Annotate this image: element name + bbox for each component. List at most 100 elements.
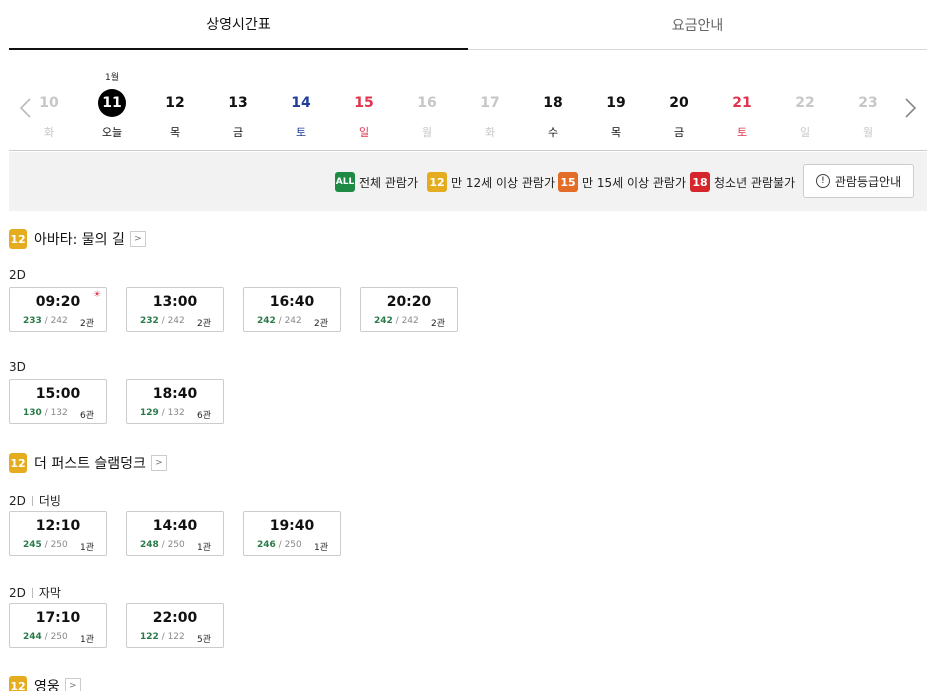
tab-showtimes[interactable]: 상영시간표 [9, 0, 468, 50]
date-list: 10 화 1월 11 오늘 12 목 13 금 14 토 15 일 16 월 17 화 18 수 19 목 20 금 21 토 2… [27, 50, 909, 151]
rating-guide-label: 관람등급안내 [834, 174, 902, 189]
date-item: 22 일 [783, 50, 827, 150]
date-item: 17 화 [468, 50, 512, 150]
rating-all-icon: ALL [335, 172, 355, 192]
showtime-slot[interactable]: 13:00 232 / 242 2관 [126, 287, 224, 332]
format-label: 2D 자막 [9, 585, 61, 601]
showtime-slot[interactable]: 17:10 244 / 250 1관 [9, 603, 107, 648]
hall-label: 1관 [79, 543, 94, 553]
seats-available: 244 [23, 632, 42, 642]
seats-total: 122 [167, 632, 185, 642]
seat-count: 122 / 122 [140, 632, 185, 642]
date-item[interactable]: 21 토 [720, 50, 764, 150]
showtime-slot[interactable]: 14:40 248 / 250 1관 [126, 511, 224, 556]
seats-total: 250 [284, 540, 302, 550]
day-of-week: 일 [358, 126, 370, 139]
showtime-slot[interactable]: 22:00 122 / 122 5관 [126, 603, 224, 648]
rating-12-icon: 12 [9, 229, 27, 249]
chevron-right-icon[interactable]: > [129, 231, 146, 247]
day-of-week: 목 [610, 126, 622, 139]
hall-label: 2관 [430, 319, 445, 329]
seats-available: 242 [257, 316, 276, 326]
date-number: 23 [858, 95, 878, 111]
showtime-slot[interactable]: 18:40 129 / 132 6관 [126, 379, 224, 424]
date-number: 17 [480, 95, 500, 111]
seats-available: 129 [140, 408, 159, 418]
rating-12-icon: 12 [9, 453, 27, 473]
showtime-slot[interactable]: 16:40 242 / 242 2관 [243, 287, 341, 332]
date-item[interactable]: 12 목 [153, 50, 197, 150]
seats-total: 132 [167, 408, 185, 418]
date-number: 21 [732, 95, 752, 111]
tab-bar: 상영시간표 요금안내 [9, 0, 927, 50]
date-item[interactable]: 18 수 [531, 50, 575, 150]
hall-label: 6관 [196, 411, 211, 421]
rating-15-icon: 15 [558, 172, 578, 192]
date-number: 10 [39, 95, 59, 111]
morning-show-icon: ☀ [92, 290, 101, 300]
date-item[interactable]: 1월 11 오늘 [90, 50, 134, 150]
seat-count: 242 / 242 [257, 316, 302, 326]
tab-pricing[interactable]: 요금안내 [468, 0, 927, 50]
rating-15-legend: 15 만 15세 이상 관람가 [558, 172, 686, 192]
seats-total: 132 [50, 408, 68, 418]
chevron-right-icon[interactable]: > [64, 678, 81, 691]
seat-count: 130 / 132 [23, 408, 68, 418]
seats-available: 130 [23, 408, 42, 418]
seat-count: 233 / 242 [23, 316, 68, 326]
date-number: 16 [417, 95, 437, 111]
hall-label: 2관 [79, 319, 94, 329]
seats-total: 250 [167, 540, 185, 550]
date-number: 19 [606, 95, 626, 111]
chevron-right-icon[interactable]: > [150, 455, 167, 471]
rating-18-legend: 18 청소년 관람불가 [690, 172, 795, 192]
seats-available: 232 [140, 316, 159, 326]
seats-total: 250 [50, 540, 68, 550]
rating-18-icon: 18 [690, 172, 710, 192]
day-of-week: 오늘 [101, 126, 123, 139]
month-label: 1월 [104, 73, 119, 83]
movie-title-hero[interactable]: 12 영웅 > [9, 676, 81, 691]
seat-count: 242 / 242 [374, 316, 419, 326]
date-number: 20 [669, 95, 689, 111]
showtime-slot[interactable]: 20:20 242 / 242 2관 [360, 287, 458, 332]
date-item[interactable]: 19 목 [594, 50, 638, 150]
format-label: 3D [9, 360, 26, 374]
showtime-slot[interactable]: 15:00 130 / 132 6관 [9, 379, 107, 424]
showtime-slot[interactable]: 12:10 245 / 250 1관 [9, 511, 107, 556]
day-of-week: 토 [295, 126, 307, 139]
day-of-week: 월 [862, 126, 874, 139]
date-item[interactable]: 13 금 [216, 50, 260, 150]
seats-total: 242 [401, 316, 419, 326]
chevron-right-icon[interactable] [901, 96, 919, 120]
showtime-slot[interactable]: 19:40 246 / 250 1관 [243, 511, 341, 556]
day-of-week: 금 [232, 126, 244, 139]
rating-guide-button[interactable]: ! 관람등급안내 [803, 164, 914, 198]
hall-label: 1관 [79, 635, 94, 645]
movie-title-text: 아바타: 물의 길 [34, 232, 125, 248]
date-item: 16 월 [405, 50, 449, 150]
day-of-week: 수 [547, 126, 559, 139]
date-item[interactable]: 15 일 [342, 50, 386, 150]
seats-total: 250 [50, 632, 68, 642]
showtime-time: 22:00 [152, 610, 198, 626]
showtime-time: 14:40 [152, 518, 198, 534]
movie-title-avatar[interactable]: 12 아바타: 물의 길 > [9, 229, 146, 249]
hall-label: 5관 [196, 635, 211, 645]
date-number: 14 [291, 95, 311, 111]
showtime-time: 20:20 [386, 294, 432, 310]
date-item[interactable]: 14 토 [279, 50, 323, 150]
movie-title-slamdunk[interactable]: 12 더 퍼스트 슬램덩크 > [9, 453, 167, 473]
hall-label: 6관 [79, 411, 94, 421]
rating-legend-bar: ALL 전체 관람가 12 만 12세 이상 관람가 15 만 15세 이상 관… [9, 152, 927, 211]
date-item[interactable]: 20 금 [657, 50, 701, 150]
date-number: 22 [795, 95, 815, 111]
seats-available: 246 [257, 540, 276, 550]
seats-available: 248 [140, 540, 159, 550]
seats-available: 242 [374, 316, 393, 326]
showtime-slot[interactable]: 09:20 233 / 242 2관 ☀ [9, 287, 107, 332]
showtime-time: 12:10 [35, 518, 81, 534]
seat-count: 248 / 250 [140, 540, 185, 550]
rating-12-icon: 12 [9, 676, 27, 691]
format-label: 2D 더빙 [9, 493, 61, 509]
